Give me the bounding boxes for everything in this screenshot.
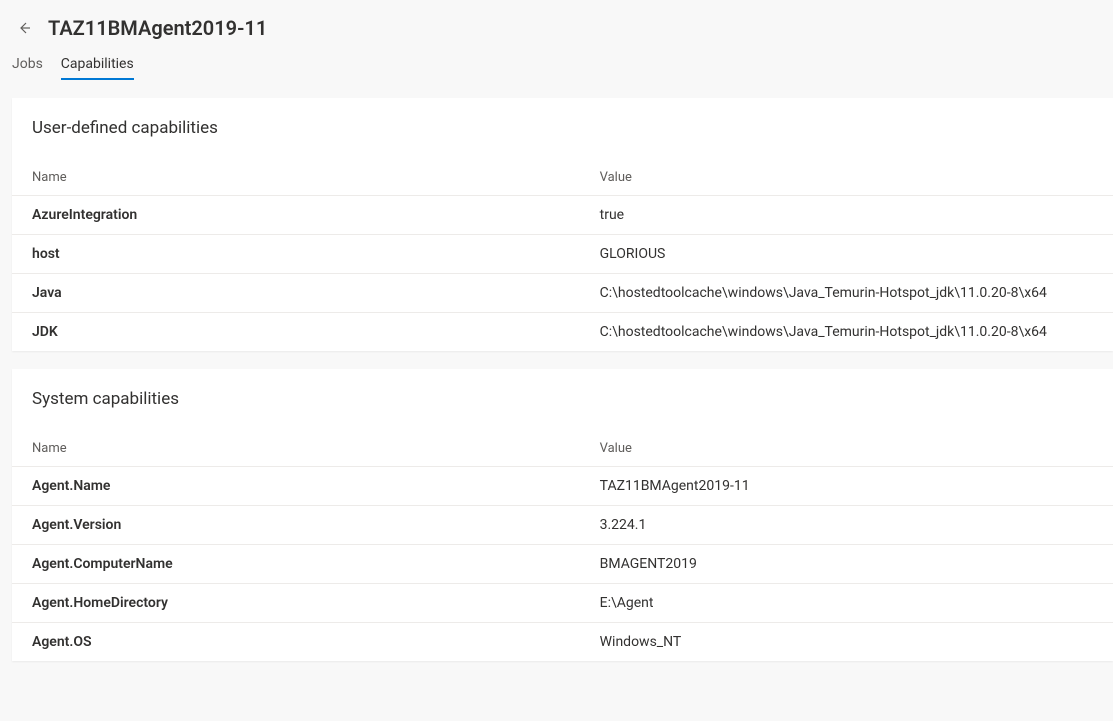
user-defined-capabilities-card: User-defined capabilities Name Value Azu… (12, 98, 1113, 351)
table-row[interactable]: host GLORIOUS (12, 235, 1113, 274)
table-header: Name Value (12, 162, 1113, 196)
capability-name: AzureIntegration (32, 207, 600, 223)
page-title: TAZ11BMAgent2019-11 (48, 16, 267, 40)
column-header-value[interactable]: Value (600, 170, 1093, 185)
capability-name: Agent.Name (32, 478, 600, 494)
card-title-system: System capabilities (12, 369, 1113, 433)
table-row[interactable]: Agent.HomeDirectory E:\Agent (12, 584, 1113, 623)
table-row[interactable]: AzureIntegration true (12, 196, 1113, 235)
capability-name: host (32, 246, 600, 262)
capability-value: C:\hostedtoolcache\windows\Java_Temurin-… (600, 285, 1093, 301)
capability-value: Windows_NT (600, 634, 1093, 650)
user-defined-table: Name Value AzureIntegration true host GL… (12, 162, 1113, 351)
capability-name: Agent.ComputerName (32, 556, 600, 572)
table-header: Name Value (12, 433, 1113, 467)
back-arrow-icon[interactable] (12, 16, 36, 40)
tab-jobs[interactable]: Jobs (12, 56, 43, 80)
system-table: Name Value Agent.Name TAZ11BMAgent2019-1… (12, 433, 1113, 661)
capability-value: E:\Agent (600, 595, 1093, 611)
capability-name: Agent.OS (32, 634, 600, 650)
capability-value: BMAGENT2019 (600, 556, 1093, 572)
column-header-name[interactable]: Name (32, 441, 600, 456)
table-row[interactable]: Agent.OS Windows_NT (12, 623, 1113, 661)
capability-value: true (600, 207, 1093, 223)
capability-name: Agent.Version (32, 517, 600, 533)
page-header: TAZ11BMAgent2019-11 (0, 16, 1113, 48)
capability-value: GLORIOUS (600, 246, 1093, 262)
capability-value: TAZ11BMAgent2019-11 (600, 478, 1093, 494)
system-capabilities-card: System capabilities Name Value Agent.Nam… (12, 369, 1113, 661)
table-row[interactable]: Java C:\hostedtoolcache\windows\Java_Tem… (12, 274, 1113, 313)
table-row[interactable]: Agent.ComputerName BMAGENT2019 (12, 545, 1113, 584)
table-row[interactable]: JDK C:\hostedtoolcache\windows\Java_Temu… (12, 313, 1113, 351)
capability-value: C:\hostedtoolcache\windows\Java_Temurin-… (600, 324, 1093, 340)
capability-value: 3.224.1 (600, 517, 1093, 533)
tab-capabilities[interactable]: Capabilities (61, 56, 134, 80)
tabs-bar: Jobs Capabilities (0, 48, 1113, 80)
capability-name: Agent.HomeDirectory (32, 595, 600, 611)
capability-name: Java (32, 285, 600, 301)
column-header-value[interactable]: Value (600, 441, 1093, 456)
table-row[interactable]: Agent.Version 3.224.1 (12, 506, 1113, 545)
card-title-user-defined: User-defined capabilities (12, 98, 1113, 162)
table-row[interactable]: Agent.Name TAZ11BMAgent2019-11 (12, 467, 1113, 506)
column-header-name[interactable]: Name (32, 170, 600, 185)
capability-name: JDK (32, 324, 600, 340)
